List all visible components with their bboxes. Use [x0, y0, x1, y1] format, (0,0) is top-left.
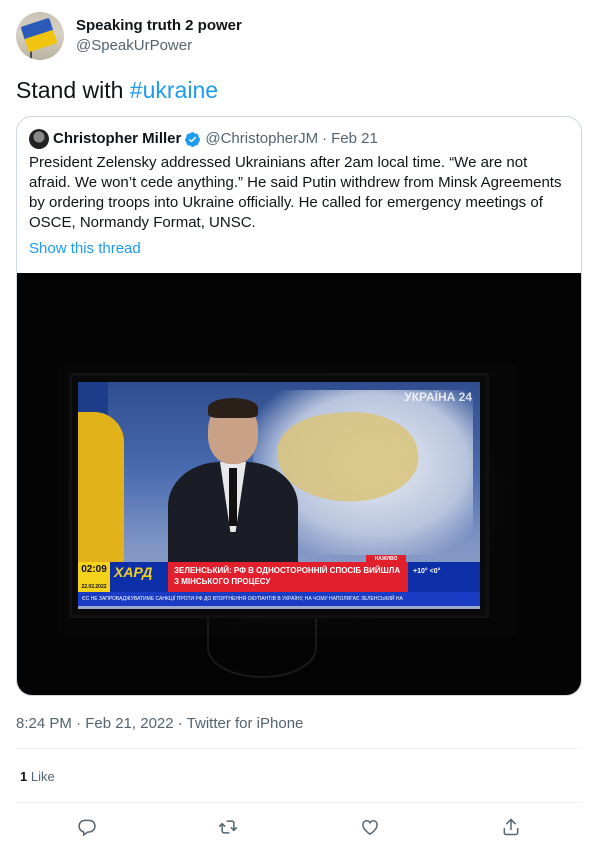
author-handle[interactable]: @SpeakUrPower	[76, 36, 242, 56]
tv-cable	[207, 618, 317, 678]
show-thread-link[interactable]: Show this thread	[29, 239, 141, 259]
tv-brand: ХАРД	[114, 564, 153, 580]
author-names: Speaking truth 2 power @SpeakUrPower	[76, 16, 242, 56]
author-avatar[interactable]	[16, 12, 64, 60]
tweet-text-prefix: Stand with	[16, 77, 130, 103]
likes-label: Like	[27, 769, 55, 784]
channel-logo: УКРАЇНА 24	[404, 390, 472, 404]
retweet-button[interactable]	[210, 809, 246, 845]
tweet-author[interactable]: Speaking truth 2 power @SpeakUrPower	[16, 12, 242, 60]
divider	[16, 748, 582, 749]
quoted-author-handle[interactable]: @ChristopherJM	[205, 129, 318, 149]
quoted-tweet[interactable]: Christopher Miller @ChristopherJM · Feb …	[16, 116, 582, 696]
speaker-figure	[168, 398, 298, 572]
tv-weather: +10° <0°	[413, 568, 441, 575]
quoted-tweet-header: Christopher Miller @ChristopherJM · Feb …	[29, 129, 378, 149]
divider	[16, 802, 582, 803]
hashtag-link[interactable]: #ukraine	[130, 77, 218, 103]
television: УКРАЇНА 24 02:09 22.02.2022 ХАРД НАЖИВО З…	[69, 373, 489, 618]
quoted-date[interactable]: Feb 21	[331, 129, 378, 149]
tv-flag-yellow	[78, 412, 124, 562]
retweet-icon	[219, 820, 238, 834]
like-icon	[361, 820, 378, 835]
quoted-tweet-text: President Zelensky addressed Ukrainians …	[29, 154, 562, 231]
verified-badge-icon	[185, 131, 201, 147]
share-button[interactable]	[493, 809, 529, 845]
like-button[interactable]	[352, 809, 388, 845]
tweet-text: Stand with #ukraine	[16, 76, 218, 104]
quoted-separator: ·	[322, 130, 328, 147]
quoted-author-name[interactable]: Christopher Miller	[53, 129, 181, 149]
tv-headline: ЗЕЛЕНСЬКИЙ: РФ В ОДНОСТОРОННІЙ СПОСІБ ВИ…	[168, 562, 408, 592]
quoted-media-photo[interactable]: УКРАЇНА 24 02:09 22.02.2022 ХАРД НАЖИВО З…	[17, 273, 581, 695]
author-display-name[interactable]: Speaking truth 2 power	[76, 16, 242, 36]
tv-crawl: ЄС НЕ ЗАПРОВАДЖУВАТИМЕ САНКЦІЇ ПРОТИ РФ …	[78, 592, 480, 606]
share-icon	[503, 818, 519, 836]
speaker-tie	[229, 468, 237, 526]
quoted-author-avatar[interactable]	[29, 129, 49, 149]
reply-icon	[78, 819, 96, 837]
tv-clock-date: 22.02.2022	[81, 584, 107, 590]
tv-clock: 02:09 22.02.2022	[78, 562, 110, 592]
tweet-timestamp[interactable]: 8:24 PM · Feb 21, 2022 · Twitter for iPh…	[16, 714, 303, 734]
speaker-hair	[208, 398, 258, 418]
tweet-actions	[16, 808, 582, 846]
tv-clock-time: 02:09	[81, 564, 107, 575]
likes-count[interactable]: 1 Like	[20, 768, 55, 786]
tv-screen: УКРАЇНА 24 02:09 22.02.2022 ХАРД НАЖИВО З…	[78, 382, 480, 609]
reply-button[interactable]	[69, 809, 105, 845]
